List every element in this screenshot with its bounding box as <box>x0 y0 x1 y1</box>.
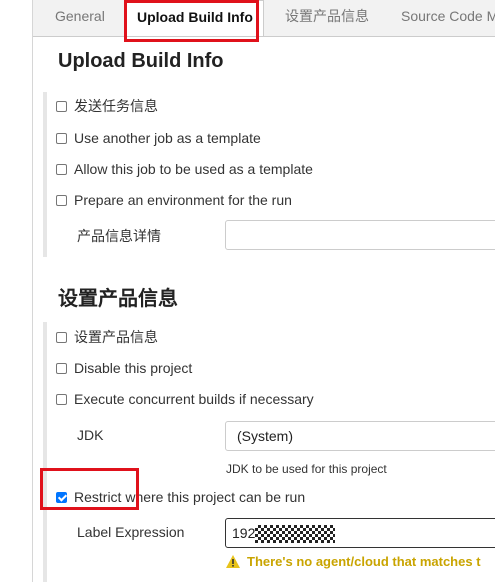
product-detail-input[interactable] <box>225 220 495 250</box>
option-set-product-info[interactable]: 设置产品信息 <box>56 327 158 347</box>
option-label: 发送任务信息 <box>74 98 158 114</box>
tab-source-code[interactable]: Source Code M <box>401 0 495 33</box>
option-concurrent-builds[interactable]: Execute concurrent builds if necessary <box>56 389 314 409</box>
section-bar <box>43 92 47 257</box>
checkbox[interactable] <box>56 362 67 374</box>
label-expression-label: Label Expression <box>77 524 185 540</box>
checkbox[interactable] <box>56 163 67 175</box>
option-use-another-job[interactable]: Use another job as a template <box>56 128 261 148</box>
warning-message: There's no agent/cloud that matches t <box>226 554 481 569</box>
label-expression-value: 192 <box>232 525 256 541</box>
option-label: Allow this job to be used as a template <box>74 161 313 177</box>
tab-upload-build-info[interactable]: Upload Build Info <box>125 0 264 36</box>
tab-product-info[interactable]: 设置产品信息 <box>285 0 369 33</box>
checkbox[interactable] <box>56 100 67 112</box>
jdk-label: JDK <box>77 427 104 443</box>
label-expression-input[interactable]: 192 <box>225 518 495 548</box>
option-label: Disable this project <box>74 360 193 376</box>
warning-text: There's no agent/cloud that matches t <box>247 554 481 569</box>
option-label: Use another job as a template <box>74 130 261 146</box>
option-label: Restrict where this project can be run <box>74 489 306 505</box>
warning-icon <box>226 555 240 568</box>
tab-general[interactable]: General <box>55 0 105 33</box>
option-disable-project[interactable]: Disable this project <box>56 358 192 378</box>
product-detail-label: 产品信息详情 <box>77 228 161 244</box>
left-panel <box>0 0 33 582</box>
option-restrict-run[interactable]: Restrict where this project can be run <box>56 487 305 507</box>
section-title-upload-build-info: Upload Build Info <box>58 50 224 72</box>
option-label: Prepare an environment for the run <box>74 192 292 208</box>
checkbox[interactable] <box>56 132 67 144</box>
jdk-select[interactable]: (System) <box>225 421 495 451</box>
option-send-task-info[interactable]: 发送任务信息 <box>56 96 158 116</box>
section-title-product-info: 设置产品信息 <box>58 288 178 310</box>
tab-bar: General Upload Build Info 设置产品信息 Source … <box>33 0 495 37</box>
option-label: 设置产品信息 <box>74 329 158 345</box>
option-prepare-environment[interactable]: Prepare an environment for the run <box>56 190 292 210</box>
jdk-help-text: JDK to be used for this project <box>226 462 387 476</box>
section-bar <box>43 322 47 582</box>
option-allow-template[interactable]: Allow this job to be used as a template <box>56 159 313 179</box>
checkbox[interactable] <box>56 194 67 206</box>
checkbox[interactable] <box>56 331 67 343</box>
checkbox-checked[interactable] <box>56 491 67 503</box>
option-label: Execute concurrent builds if necessary <box>74 391 314 407</box>
redacted-mosaic <box>255 525 336 544</box>
checkbox[interactable] <box>56 393 67 405</box>
